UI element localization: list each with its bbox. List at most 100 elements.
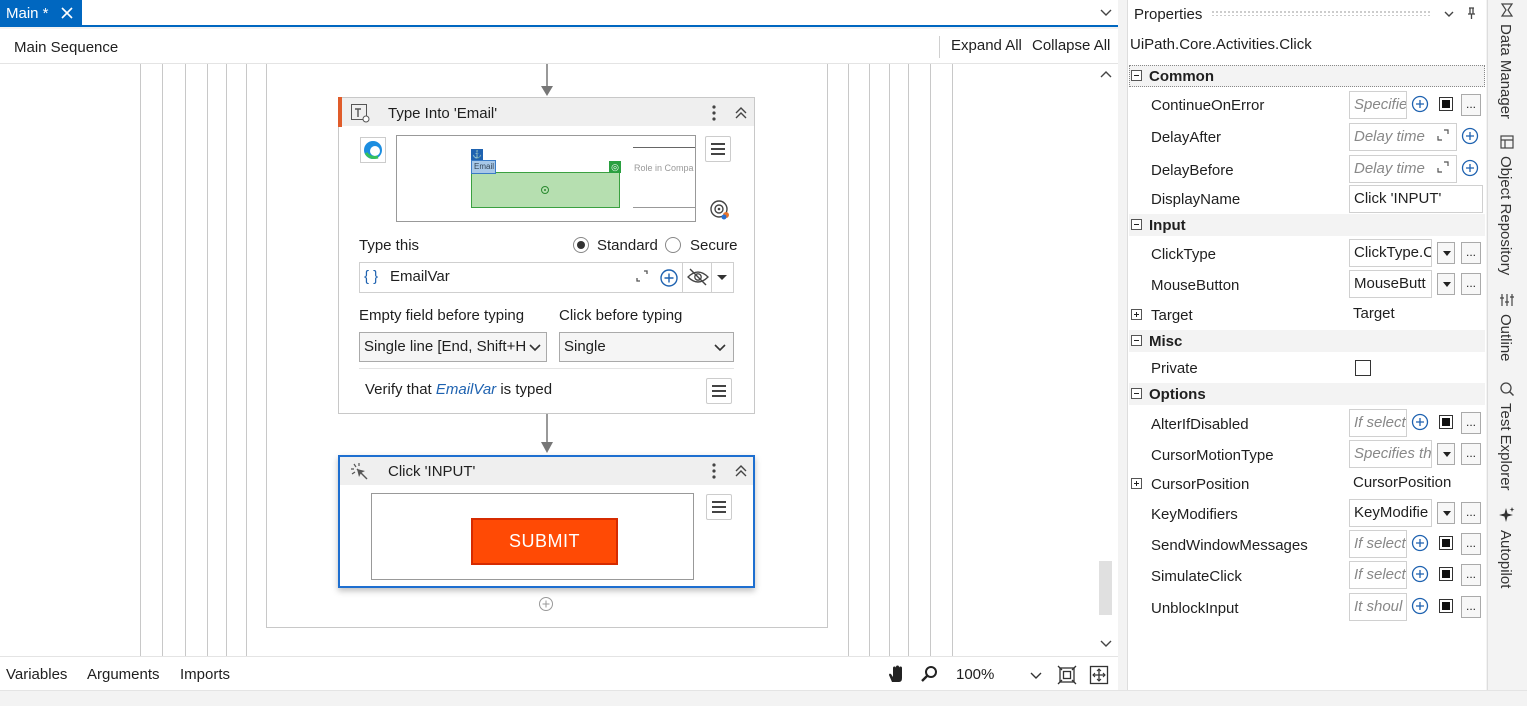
zoom-icon[interactable]: [920, 665, 938, 683]
ellipsis-button[interactable]: ...: [1461, 533, 1481, 555]
stop-square-icon[interactable]: [1439, 567, 1453, 581]
zoom-level-select[interactable]: 100%: [956, 666, 994, 683]
pin-icon[interactable]: [1464, 6, 1478, 20]
overview-icon[interactable]: [1089, 665, 1109, 685]
outline-icon[interactable]: [1499, 292, 1515, 308]
simulate-click-field[interactable]: If select: [1349, 561, 1407, 589]
scrollbar-thumb[interactable]: [1099, 561, 1112, 615]
alter-if-disabled-field[interactable]: If select: [1349, 409, 1407, 437]
cursor-motion-type-field[interactable]: Specifies th: [1349, 440, 1432, 468]
ellipsis-button[interactable]: ...: [1461, 596, 1481, 618]
more-options-icon[interactable]: [707, 461, 721, 481]
more-options-icon[interactable]: [707, 103, 721, 123]
mouse-button-field[interactable]: MouseButt: [1349, 270, 1432, 298]
collapse-all-button[interactable]: Collapse All: [1032, 37, 1110, 54]
ellipsis-button[interactable]: ...: [1461, 412, 1481, 434]
test-explorer-tab[interactable]: Test Explorer: [1497, 403, 1514, 491]
breadcrumb[interactable]: Main Sequence: [14, 39, 118, 56]
expand-editor-icon[interactable]: [634, 268, 650, 284]
fit-to-screen-icon[interactable]: [1057, 665, 1077, 685]
key-modifiers-field[interactable]: KeyModifie: [1349, 499, 1432, 527]
collapse-icon[interactable]: [732, 104, 750, 122]
collapse-category-icon[interactable]: [1131, 70, 1142, 81]
collapse-category-icon[interactable]: [1131, 388, 1142, 399]
scroll-up-icon[interactable]: [1098, 67, 1114, 81]
expand-property-icon[interactable]: [1131, 478, 1142, 489]
verify-text[interactable]: Verify that EmailVar is typed: [365, 381, 552, 398]
send-window-messages-field[interactable]: If select: [1349, 530, 1407, 558]
panel-grip[interactable]: [1211, 10, 1431, 16]
expression-icon: { }: [364, 268, 379, 285]
expand-editor-icon[interactable]: [1436, 128, 1450, 142]
plus-icon[interactable]: [1411, 565, 1429, 583]
variables-tab[interactable]: Variables: [6, 666, 67, 683]
text-input-value[interactable]: EmailVar: [390, 268, 450, 285]
pan-hand-icon[interactable]: [886, 664, 906, 684]
data-manager-tab[interactable]: Data Manager: [1497, 24, 1514, 119]
chevron-down-icon[interactable]: [1098, 5, 1114, 21]
plus-icon[interactable]: [1411, 413, 1429, 431]
plus-icon[interactable]: [1411, 95, 1429, 113]
collapse-icon[interactable]: [732, 462, 750, 480]
ellipsis-button[interactable]: ...: [1461, 564, 1481, 586]
continue-on-error-field[interactable]: Specifie: [1349, 91, 1407, 119]
outline-tab[interactable]: Outline: [1497, 314, 1514, 362]
private-checkbox[interactable]: [1355, 360, 1371, 376]
ellipsis-button[interactable]: ...: [1461, 94, 1481, 116]
radio-secure-label[interactable]: Secure: [690, 237, 738, 254]
expand-property-icon[interactable]: [1131, 309, 1142, 320]
activity-type-name: UiPath.Core.Activities.Click: [1130, 36, 1312, 53]
dropdown-arrow-icon[interactable]: [1437, 443, 1455, 465]
menu-icon[interactable]: [706, 378, 732, 404]
arguments-tab[interactable]: Arguments: [87, 666, 160, 683]
stop-square-icon[interactable]: [1439, 536, 1453, 550]
plus-icon[interactable]: [1411, 534, 1429, 552]
unblock-input-field[interactable]: It shoul: [1349, 593, 1407, 621]
scroll-down-icon[interactable]: [1098, 637, 1114, 651]
add-activity-icon[interactable]: [538, 596, 554, 612]
radio-secure[interactable]: [665, 237, 681, 253]
menu-icon[interactable]: [705, 136, 731, 162]
dropdown-arrow-icon[interactable]: [714, 269, 730, 285]
radio-standard[interactable]: [573, 237, 589, 253]
chevron-down-icon[interactable]: [1028, 667, 1044, 683]
object-repository-icon[interactable]: [1499, 134, 1515, 150]
radio-standard-label[interactable]: Standard: [597, 237, 658, 254]
click-type-field[interactable]: ClickType.C: [1349, 239, 1432, 267]
collapse-category-icon[interactable]: [1131, 335, 1142, 346]
collapse-category-icon[interactable]: [1131, 219, 1142, 230]
plus-icon[interactable]: [1461, 159, 1479, 177]
activity-title[interactable]: Click 'INPUT': [388, 463, 475, 480]
close-icon[interactable]: [58, 4, 76, 22]
ellipsis-button[interactable]: ...: [1461, 443, 1481, 465]
autopilot-sparkle-icon[interactable]: [1498, 506, 1516, 524]
stop-square-icon[interactable]: [1439, 97, 1453, 111]
dropdown-arrow-icon[interactable]: [1437, 273, 1455, 295]
ellipsis-button[interactable]: ...: [1461, 242, 1481, 264]
imports-tab[interactable]: Imports: [180, 666, 230, 683]
autopilot-tab[interactable]: Autopilot: [1497, 530, 1514, 588]
click-before-select[interactable]: Single: [559, 332, 734, 362]
expand-all-button[interactable]: Expand All: [951, 37, 1022, 54]
plus-icon[interactable]: [1461, 127, 1479, 145]
stop-square-icon[interactable]: [1439, 415, 1453, 429]
indicate-target-icon[interactable]: [708, 198, 732, 222]
dropdown-arrow-icon[interactable]: [1437, 502, 1455, 524]
menu-icon[interactable]: [706, 494, 732, 520]
activity-title[interactable]: Type Into 'Email': [388, 105, 497, 122]
display-name-field[interactable]: Click 'INPUT': [1349, 185, 1483, 213]
chevron-down-icon[interactable]: [1442, 7, 1456, 21]
stop-square-icon[interactable]: [1439, 599, 1453, 613]
category-misc[interactable]: [1129, 330, 1485, 352]
empty-field-select[interactable]: Single line [End, Shift+H: [359, 332, 547, 362]
ellipsis-button[interactable]: ...: [1461, 502, 1481, 524]
hide-text-icon[interactable]: [686, 266, 710, 288]
dropdown-arrow-icon[interactable]: [1437, 242, 1455, 264]
test-explorer-icon[interactable]: [1499, 381, 1515, 397]
object-repository-tab[interactable]: Object Repository: [1497, 156, 1514, 275]
ellipsis-button[interactable]: ...: [1461, 273, 1481, 295]
plus-icon[interactable]: [1411, 597, 1429, 615]
plus-icon[interactable]: [659, 268, 679, 288]
expand-editor-icon[interactable]: [1436, 160, 1450, 174]
data-manager-icon[interactable]: [1499, 2, 1515, 18]
